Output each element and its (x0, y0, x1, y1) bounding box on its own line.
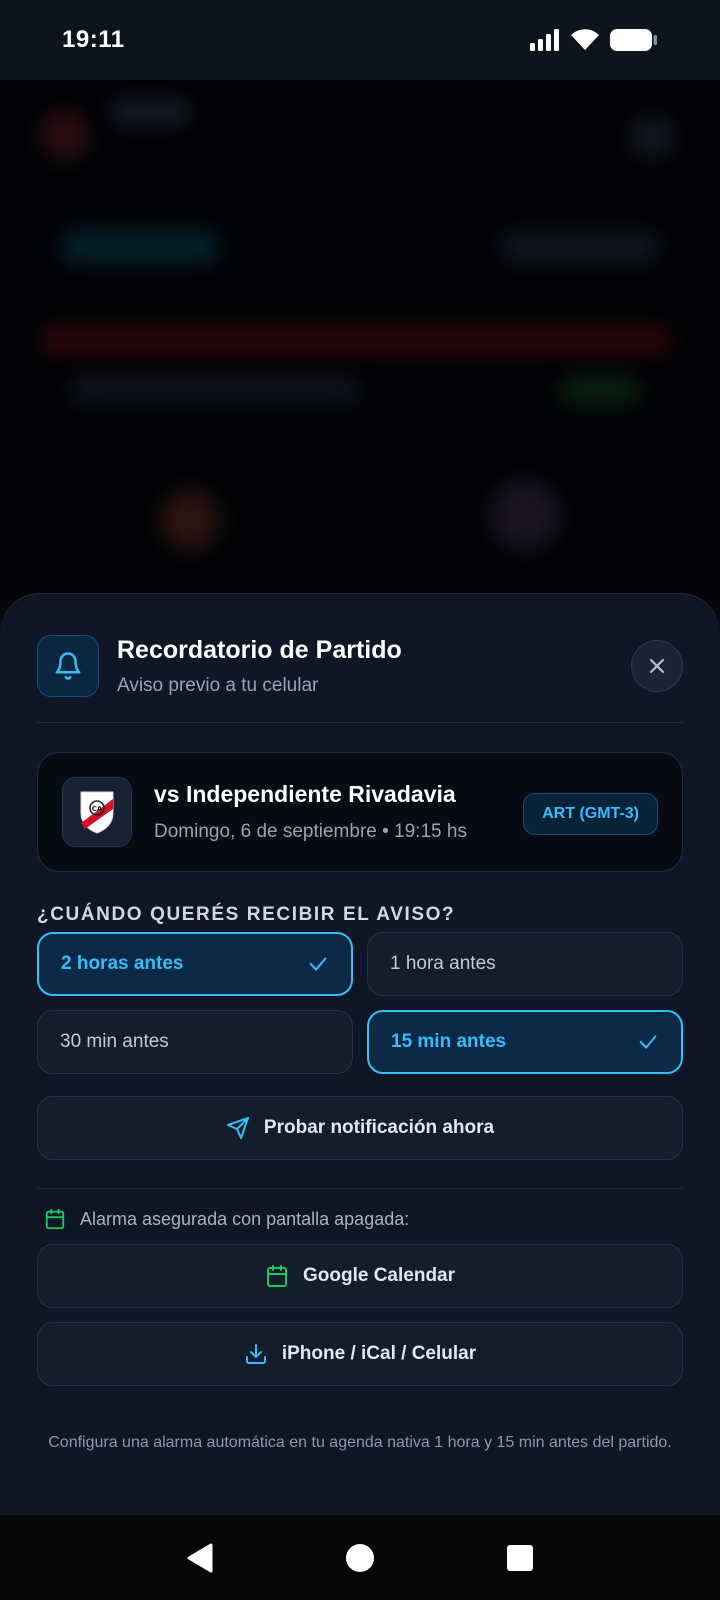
option-30-min[interactable]: 30 min antes (37, 1010, 353, 1074)
recents-square-icon (507, 1544, 533, 1571)
bg-banner-blob (40, 325, 670, 355)
bg-title-blob (110, 100, 190, 124)
option-label: 30 min antes (60, 1031, 169, 1052)
google-calendar-button[interactable]: Google Calendar (37, 1244, 683, 1308)
header-text: Recordatorio de Partido Aviso previo a t… (117, 636, 402, 697)
calendar-icon (45, 1208, 65, 1230)
navigation-bar (0, 1515, 720, 1600)
back-button[interactable] (170, 1528, 230, 1588)
ical-download-button[interactable]: iPhone / iCal / Celular (37, 1322, 683, 1386)
river-plate-crest-icon: CA (80, 791, 114, 834)
sheet-header: Recordatorio de Partido Aviso previo a t… (37, 635, 683, 697)
send-icon (226, 1117, 249, 1139)
reminder-sheet: Recordatorio de Partido Aviso previo a t… (0, 593, 720, 1515)
match-opponent: vs Independiente Rivadavia (154, 781, 456, 807)
team-crest-box: CA (62, 777, 132, 847)
signal-icon (530, 29, 559, 51)
header-divider (37, 722, 683, 723)
bg-chip-blob (60, 230, 220, 264)
match-date: Domingo, 6 de septiembre • 19:15 hs (154, 821, 467, 842)
bg-avatar-blob (40, 110, 90, 160)
close-button[interactable] (631, 640, 683, 692)
test-notification-button[interactable]: Probar notificación ahora (37, 1096, 683, 1160)
google-calendar-label: Google Calendar (302, 1265, 456, 1286)
option-2-hours[interactable]: 2 horas antes (37, 932, 353, 996)
check-icon (309, 957, 327, 971)
bg-row-blob-2 (560, 375, 640, 405)
bg-team-blob (160, 490, 220, 550)
option-1-hour[interactable]: 1 hora antes (367, 932, 683, 996)
bell-icon (55, 652, 81, 680)
bg-chip-blob-2 (500, 230, 660, 264)
option-15-min[interactable]: 15 min antes (367, 1010, 683, 1074)
svg-text:CA: CA (92, 805, 103, 813)
option-label: 1 hora antes (390, 953, 496, 974)
alarm-note-row: Alarma asegurada con pantalla apagada: (44, 1208, 409, 1230)
home-button[interactable] (330, 1528, 390, 1588)
background-app-dimmed (0, 80, 720, 600)
alarm-note-text: Alarma asegurada con pantalla apagada: (80, 1208, 410, 1229)
battery-icon (610, 29, 657, 51)
home-circle-icon (346, 1543, 374, 1572)
timezone-badge: ART (GMT-3) (523, 793, 658, 835)
calendar-divider (37, 1188, 683, 1189)
option-label: 2 horas antes (61, 953, 184, 974)
ical-download-label: iPhone / iCal / Celular (281, 1343, 477, 1364)
bg-row-blob (70, 375, 360, 405)
close-icon (649, 658, 665, 674)
bell-icon-box (37, 635, 99, 697)
status-icons (530, 28, 658, 52)
back-triangle-icon (187, 1543, 213, 1572)
wifi-icon (571, 29, 599, 50)
test-notification-label: Probar notificación ahora (263, 1117, 495, 1138)
calendar-footnote: Configura una alarma automática en tu ag… (48, 1434, 672, 1451)
sheet-title: Recordatorio de Partido (117, 635, 402, 664)
recents-button[interactable] (490, 1528, 550, 1588)
check-icon (639, 1035, 657, 1049)
download-icon (245, 1344, 266, 1364)
calendar-icon (266, 1265, 287, 1287)
sheet-subtitle: Aviso previo a tu celular (117, 674, 319, 696)
match-card: CA vs Independiente Rivadavia Domingo, 6… (37, 752, 683, 872)
option-label: 15 min antes (391, 1031, 507, 1052)
reminder-section-label: ¿CUÁNDO QUERÉS RECIBIR EL AVISO? (37, 904, 456, 925)
bg-team-blob-2 (490, 480, 560, 550)
status-bar: 19:11 (0, 0, 720, 80)
bg-button-blob (630, 115, 674, 159)
status-time: 19:11 (62, 26, 125, 53)
